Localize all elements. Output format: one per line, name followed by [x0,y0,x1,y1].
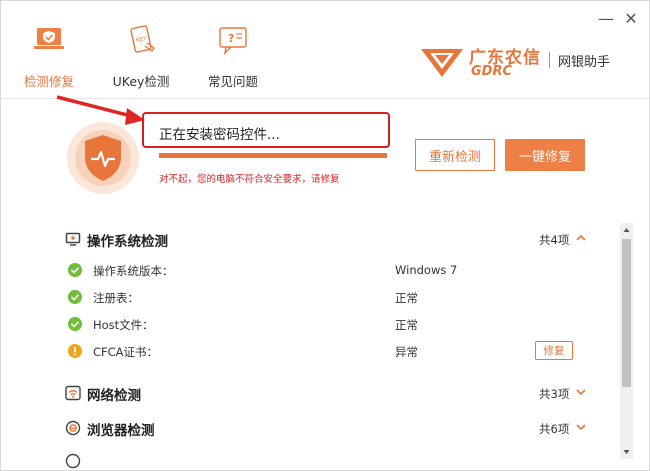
item-value: 正常 [395,318,418,332]
wifi-icon [65,385,81,401]
warning-circle-icon [68,344,82,358]
one-click-repair-button[interactable]: 一键修复 [505,139,585,171]
item-value: 异常 [395,345,418,359]
progress-fill [159,153,387,158]
item-value: Windows 7 [395,263,458,277]
check-list: 操作系统检测 共4项 操作系统版本： Windows 7 注册表： 正常 Hos… [1,221,621,470]
ukey-icon: KEY [130,25,155,53]
section-title: 操作系统检测 [87,234,168,250]
section-count: 共6项 [539,422,570,436]
item-value: 正常 [395,291,418,305]
svg-text:KEY: KEY [136,36,148,44]
browser-icon [65,420,81,436]
list-item: Host文件： 正常 [1,311,621,337]
check-circle-icon [68,317,82,331]
logo-divider [549,52,550,68]
section-count: 共4项 [539,233,570,247]
chevron-down-icon[interactable] [575,421,587,433]
check-circle-icon [68,263,82,277]
laptop-shield-icon [34,28,64,49]
nav-tab-label: 常见问题 [207,74,258,89]
list-item: 操作系统版本： Windows 7 [1,257,621,283]
security-warning: 对不起，您的电脑不符合安全要求，请修复 [159,174,340,185]
top-bar: 检测修复 KEY UKey检测 ? 常见问题 — ✕ 广东农信 GDRC 网银助… [1,1,649,99]
section-partial-next [1,447,621,470]
scrollbar[interactable] [620,223,633,459]
section-title: 网络检测 [87,388,141,404]
item-label: Host文件： [93,318,154,332]
nav-tab-check-repair[interactable]: 检测修复 [7,23,91,93]
status-message: 正在安装密码控件... [159,127,280,143]
product-name: 网银助手 [558,55,611,70]
recheck-button[interactable]: 重新检测 [415,139,495,171]
nav-tab-ukey[interactable]: KEY UKey检测 [99,23,183,93]
svg-text:?: ? [228,32,234,45]
nav-tab-faq[interactable]: ? 常见问题 [191,23,275,93]
plugin-icon [65,453,81,469]
scroll-thumb[interactable] [622,239,631,387]
repair-cfca-button[interactable]: 修复 [535,341,573,360]
monitor-icon [65,232,81,246]
item-label: CFCA证书： [93,345,159,359]
app-window: 检测修复 KEY UKey检测 ? 常见问题 — ✕ 广东农信 GDRC 网银助… [0,0,650,471]
section-title: 浏览器检测 [87,423,155,439]
scroll-down-arrow-icon[interactable] [620,445,633,459]
close-button[interactable]: ✕ [623,11,639,27]
red-arrow-annotation [56,95,145,125]
nav-tab-label: UKey检测 [112,74,170,89]
section-browser-check[interactable]: 浏览器检测 共6项 [1,414,621,442]
section-network-check[interactable]: 网络检测 共3项 [1,379,621,407]
progress-bar [159,153,387,158]
list-item: CFCA证书： 异常 修复 [1,338,621,364]
item-label: 操作系统版本： [93,264,174,278]
chevron-up-icon[interactable] [575,232,587,244]
scroll-up-arrow-icon[interactable] [620,223,633,237]
shield-heartbeat-icon [67,122,139,194]
item-label: 注册表： [93,291,139,305]
list-item: 注册表： 正常 [1,284,621,310]
section-os-check[interactable]: 操作系统检测 共4项 [1,225,621,253]
chevron-down-icon[interactable] [575,386,587,398]
nav-tab-label: 检测修复 [23,74,74,89]
check-circle-icon [68,290,82,304]
section-count: 共3项 [539,387,570,401]
minimize-button[interactable]: — [598,11,614,27]
brand-name-en: GDRC [471,64,513,79]
chat-question-icon: ? [219,27,247,56]
brand-logo-icon [421,49,463,77]
